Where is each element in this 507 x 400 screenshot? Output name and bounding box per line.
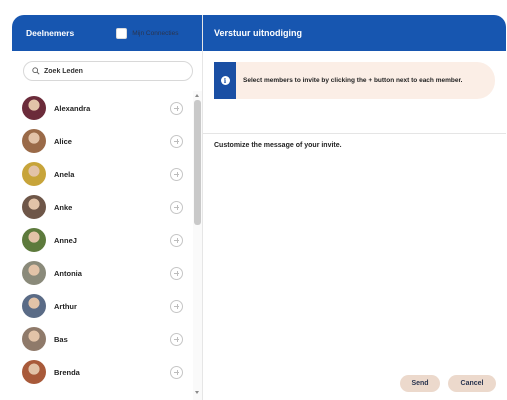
my-connections-checkbox[interactable] [116,27,128,39]
members-panel: Deelnemers Mijn Connecties Alexandra Alic… [12,15,203,400]
avatar [22,360,46,384]
divider [203,133,506,134]
invite-title: Verstuur uitnodiging [214,28,302,38]
member-list-scrollbar[interactable] [193,91,202,400]
add-member-icon[interactable] [170,332,183,346]
member-name: Anela [54,169,75,179]
scroll-up-arrow-icon[interactable] [195,94,199,97]
member-search[interactable] [23,61,193,81]
member-name: Antonia [54,268,82,278]
customize-message-label: Customize the message of your invite. [214,142,342,149]
member-row: Alexandra [22,93,187,123]
add-member-icon[interactable] [170,200,183,214]
members-title: Deelnemers [26,28,75,38]
info-icon: i [220,76,230,85]
avatar [22,228,46,252]
member-row: Antonia [22,258,187,288]
add-member-icon[interactable] [170,167,183,181]
member-row: Alice [22,126,187,156]
member-name: Anke [54,202,73,212]
add-member-icon[interactable] [170,266,183,280]
member-name: Alice [54,136,72,146]
cancel-button[interactable]: Cancel [448,375,496,392]
avatar [22,162,46,186]
member-row: Anke [22,192,187,222]
member-row: Bas [22,324,187,354]
member-row: AnneJ [22,225,187,255]
invite-panel: Verstuur uitnodiging i Select members to… [203,15,506,400]
avatar [22,261,46,285]
add-member-icon[interactable] [170,233,183,247]
member-row: Brenda [22,357,187,387]
member-name: AnneJ [54,235,77,245]
avatar [22,129,46,153]
scroll-thumb[interactable] [194,100,201,225]
invite-header: Verstuur uitnodiging [203,15,506,51]
search-input[interactable] [44,67,184,75]
members-header: Deelnemers Mijn Connecties [12,15,202,51]
add-member-icon[interactable] [170,365,183,379]
member-name: Brenda [54,367,80,377]
my-connections-toggle[interactable]: Mijn Connecties [116,27,179,39]
add-member-icon[interactable] [170,101,183,115]
member-name: Arthur [54,301,77,311]
member-name: Alexandra [54,103,91,113]
search-icon [32,62,40,80]
avatar [22,294,46,318]
send-button[interactable]: Send [400,375,440,392]
member-name: Bas [54,334,68,344]
avatar [22,96,46,120]
add-member-icon[interactable] [170,134,183,148]
avatar [22,327,46,351]
scroll-down-arrow-icon[interactable] [195,391,199,394]
info-notice: i Select members to invite by clicking t… [214,62,495,99]
add-member-icon[interactable] [170,299,183,313]
my-connections-label: Mijn Connecties [132,29,179,37]
member-row: Anela [22,159,187,189]
member-list: Alexandra Alice Anela Anke AnneJ Antonia Arthu… [12,91,193,400]
info-text: Select members to invite by clicking the… [243,77,463,84]
member-row: Arthur [22,291,187,321]
invite-dialog: Deelnemers Mijn Connecties Alexandra Alic… [12,15,506,400]
info-stripe: i [214,62,236,99]
avatar [22,195,46,219]
